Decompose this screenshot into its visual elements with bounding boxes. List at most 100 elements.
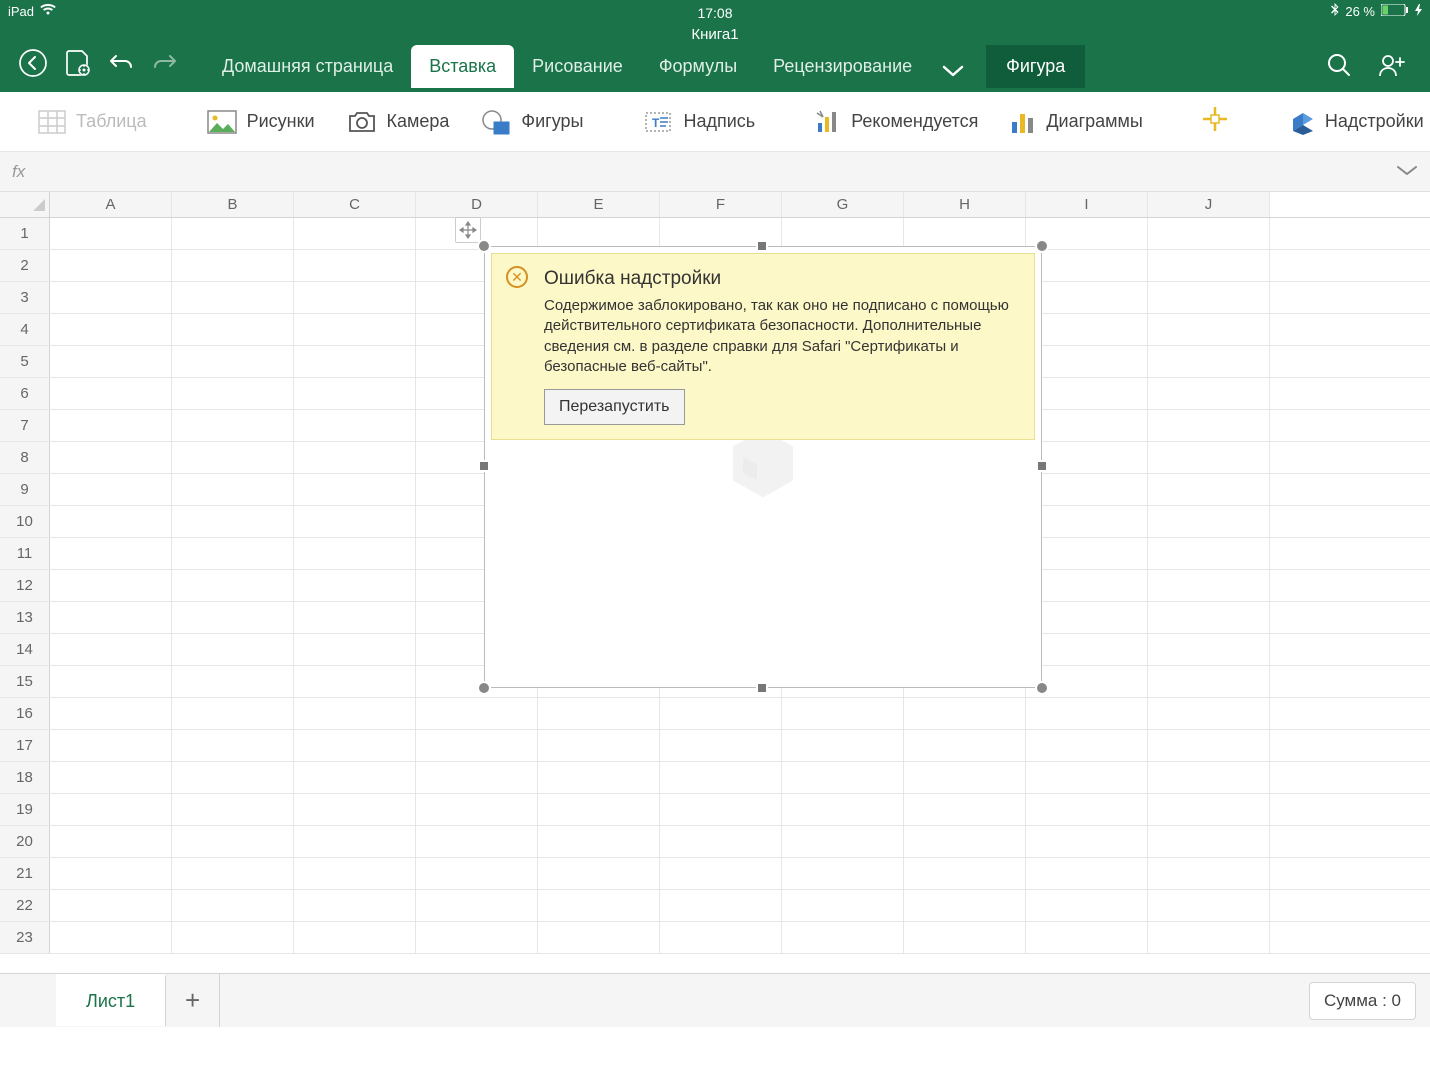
cell[interactable] [1026,570,1148,601]
cell[interactable] [416,762,538,793]
cell[interactable] [904,762,1026,793]
cell[interactable] [904,922,1026,953]
cell[interactable] [50,282,172,313]
share-button[interactable] [1378,53,1406,77]
cell[interactable] [50,922,172,953]
cell[interactable] [50,666,172,697]
cell[interactable] [416,858,538,889]
row-header[interactable]: 22 [0,890,50,921]
row-header[interactable]: 18 [0,762,50,793]
cell[interactable] [294,794,416,825]
cell[interactable] [416,890,538,921]
cell[interactable] [50,762,172,793]
ribbon-shapes[interactable]: Фигуры [473,109,591,135]
cell[interactable] [50,474,172,505]
back-button[interactable] [18,48,48,78]
cell[interactable] [294,762,416,793]
cell[interactable] [660,698,782,729]
cell[interactable] [416,922,538,953]
cell[interactable] [172,698,294,729]
resize-handle[interactable] [1036,460,1048,472]
col-header[interactable]: G [782,192,904,217]
cell[interactable] [50,602,172,633]
cell[interactable] [1148,826,1270,857]
cell[interactable] [172,730,294,761]
cell[interactable] [172,218,294,249]
cell[interactable] [172,890,294,921]
formula-expand-button[interactable] [1396,163,1418,181]
row-header[interactable]: 10 [0,506,50,537]
cell[interactable] [294,346,416,377]
cell[interactable] [660,762,782,793]
cell[interactable] [1026,922,1148,953]
row-header[interactable]: 19 [0,794,50,825]
resize-handle[interactable] [1035,681,1049,695]
cell[interactable] [1148,218,1270,249]
cell[interactable] [172,762,294,793]
cell[interactable] [172,250,294,281]
cell[interactable] [1026,794,1148,825]
cell[interactable] [294,858,416,889]
row-header[interactable]: 3 [0,282,50,313]
cell[interactable] [50,314,172,345]
cell[interactable] [1148,762,1270,793]
cell[interactable] [1148,410,1270,441]
cell[interactable] [904,794,1026,825]
cell[interactable] [294,378,416,409]
cell[interactable] [538,922,660,953]
search-button[interactable] [1326,52,1352,78]
cell[interactable] [1148,378,1270,409]
row-header[interactable]: 11 [0,538,50,569]
cell[interactable] [1148,634,1270,665]
cell[interactable] [50,378,172,409]
cell[interactable] [294,218,416,249]
cell[interactable] [172,634,294,665]
cell[interactable] [1148,442,1270,473]
cell[interactable] [294,410,416,441]
cell[interactable] [416,698,538,729]
cell[interactable] [50,538,172,569]
cell[interactable] [660,922,782,953]
cell[interactable] [50,634,172,665]
formula-bar[interactable]: fx [0,152,1430,192]
cell[interactable] [660,794,782,825]
ribbon-table[interactable]: Таблица [30,110,155,134]
row-header[interactable]: 14 [0,634,50,665]
cell[interactable] [1026,250,1148,281]
restart-button[interactable]: Перезапустить [544,389,685,425]
cell[interactable] [50,442,172,473]
cell[interactable] [294,602,416,633]
cell[interactable] [294,442,416,473]
cell[interactable] [1148,890,1270,921]
col-header[interactable]: F [660,192,782,217]
cell[interactable] [538,762,660,793]
row-header[interactable]: 7 [0,410,50,441]
cell[interactable] [1148,858,1270,889]
cell[interactable] [538,890,660,921]
cell[interactable] [1026,474,1148,505]
cell[interactable] [172,346,294,377]
cell[interactable] [294,698,416,729]
addin-object[interactable]: ✕ Ошибка надстройки Содержимое заблокиро… [484,246,1042,688]
cell[interactable] [294,666,416,697]
col-header[interactable]: E [538,192,660,217]
col-header[interactable]: C [294,192,416,217]
cell[interactable] [416,794,538,825]
close-icon[interactable]: ✕ [506,266,528,288]
cell[interactable] [294,250,416,281]
tab-home[interactable]: Домашняя страница [204,45,411,88]
cell[interactable] [1148,506,1270,537]
sum-indicator[interactable]: Сумма : 0 [1309,982,1416,1020]
cell[interactable] [538,730,660,761]
cell[interactable] [1148,602,1270,633]
cell[interactable] [172,794,294,825]
cell[interactable] [172,506,294,537]
cell[interactable] [1148,570,1270,601]
cell[interactable] [782,890,904,921]
tab-formulas[interactable]: Формулы [641,45,755,88]
cell[interactable] [904,826,1026,857]
resize-handle[interactable] [1035,239,1049,253]
cell[interactable] [294,474,416,505]
row-header[interactable]: 21 [0,858,50,889]
cell[interactable] [538,698,660,729]
